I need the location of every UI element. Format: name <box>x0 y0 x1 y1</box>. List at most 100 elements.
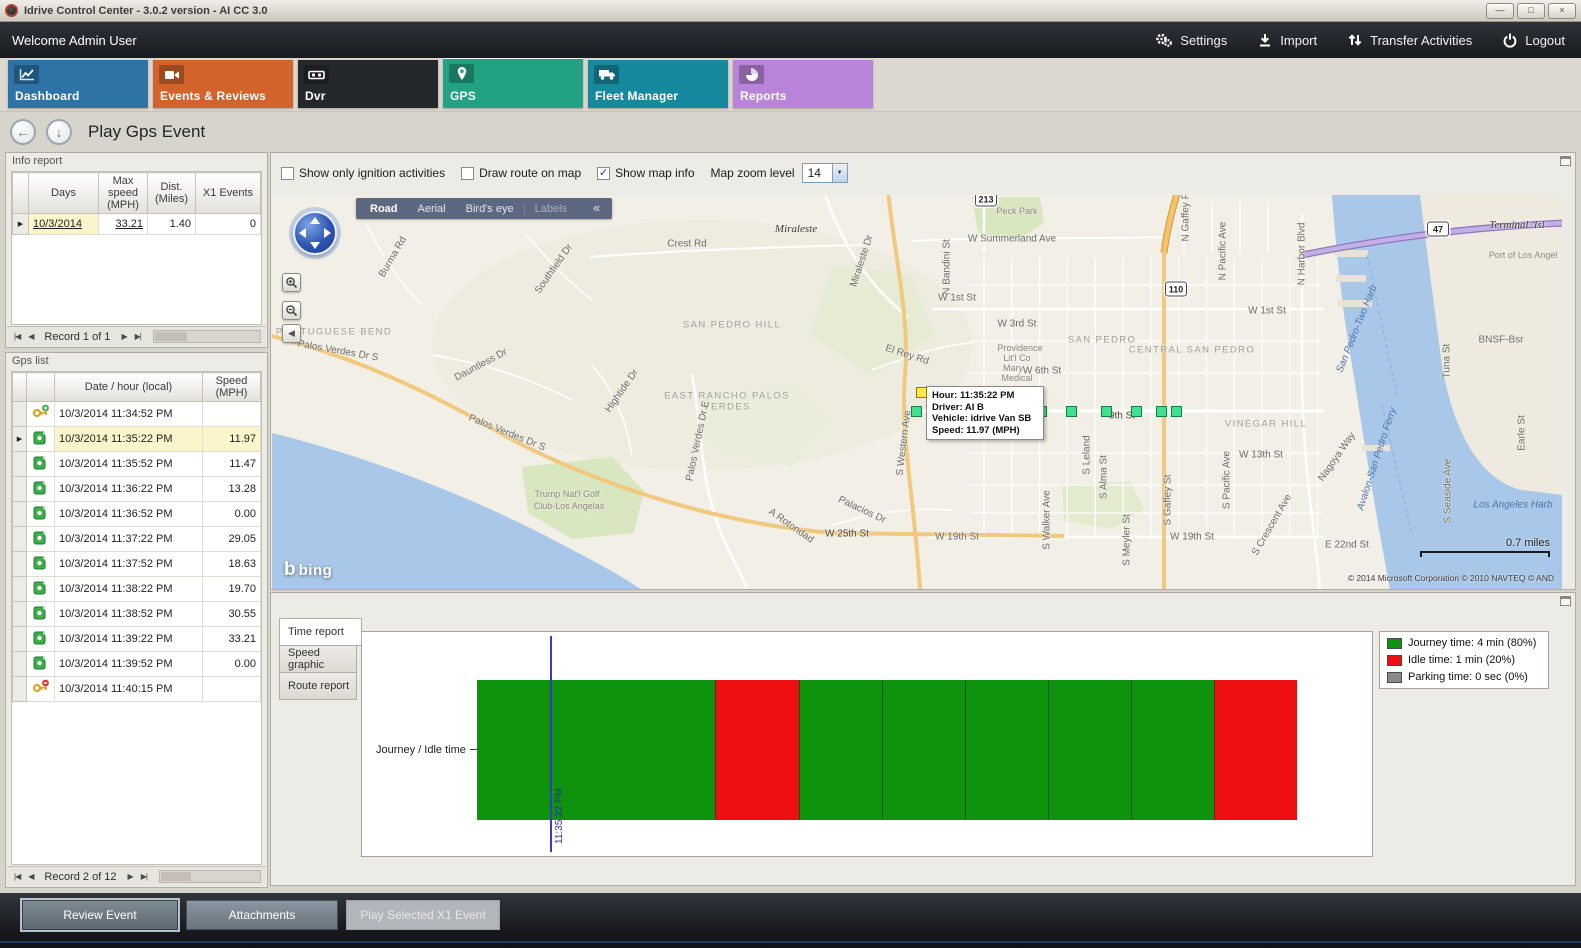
map-label: W 13th St <box>1239 450 1283 461</box>
route-marker[interactable] <box>1101 406 1112 417</box>
max-speed-link[interactable]: 33.21 <box>115 218 143 230</box>
pager-scrollbar[interactable] <box>159 870 261 883</box>
first-page-button[interactable]: |◀ <box>12 872 22 881</box>
checkbox[interactable]: ✓ <box>597 167 610 180</box>
back-button[interactable]: ← <box>10 119 36 145</box>
nav-tab-dashboard[interactable]: Dashboard <box>8 60 148 108</box>
checkbox[interactable] <box>461 167 474 180</box>
gps-list-row[interactable]: 10/3/2014 11:37:22 PM29.05 <box>13 527 261 552</box>
col-icon <box>27 373 55 402</box>
zoom-out-button[interactable] <box>282 301 301 320</box>
nav-tab-fleet-manager[interactable]: Fleet Manager <box>588 60 728 108</box>
review-event-button[interactable]: Review Event <box>22 900 178 930</box>
chart-tab-route-report[interactable]: Route report <box>279 672 357 700</box>
route-marker[interactable] <box>1066 406 1077 417</box>
nav-tab-reports[interactable]: Reports <box>733 60 873 108</box>
gps-list-row[interactable]: 10/3/2014 11:39:52 PM0.00 <box>13 652 261 677</box>
legend-item: Parking time: 0 sec (0%) <box>1387 671 1541 683</box>
col-max-speed[interactable]: Max speed (MPH) <box>99 173 148 214</box>
map-type-bird-s-eye[interactable]: Bird's eye <box>456 203 524 215</box>
tooltip-line: Vehicle: idrive Van SB <box>932 413 1038 425</box>
attachments-button[interactable]: Attachments <box>186 900 338 930</box>
first-page-button[interactable]: |◀ <box>12 332 22 341</box>
zoom-in-button[interactable] <box>282 273 301 292</box>
map-option-show-map-info[interactable]: ✓Show map info <box>597 166 694 180</box>
window-controls: — □ × <box>1486 3 1576 19</box>
gps-list-row[interactable]: 10/3/2014 11:36:52 PM0.00 <box>13 502 261 527</box>
legend-label: Parking time: 0 sec (0%) <box>1408 671 1528 683</box>
import-button[interactable]: Import <box>1257 32 1317 48</box>
col-dist[interactable]: Dist. (Miles) <box>148 173 196 214</box>
collapse-panel-button[interactable]: ◀ <box>282 324 301 343</box>
titlebar: Idrive Control Center - 3.0.2 version - … <box>0 0 1581 22</box>
map-option-show-only-ignition-activities[interactable]: Show only ignition activities <box>281 166 445 180</box>
nav-tab-events-reviews[interactable]: Events & Reviews <box>153 60 293 108</box>
route-marker[interactable] <box>1131 406 1142 417</box>
maximize-button[interactable]: □ <box>1517 3 1545 19</box>
info-report-table: Days Max speed (MPH) Dist. (Miles) X1 Ev… <box>12 172 261 235</box>
chart-panel-maximize-button[interactable] <box>1560 596 1571 606</box>
gps-list-row[interactable]: ▶10/3/2014 11:35:22 PM11.97 <box>13 427 261 452</box>
route-marker[interactable] <box>911 406 922 417</box>
gps-list-row[interactable]: 10/3/2014 11:37:52 PM18.63 <box>13 552 261 577</box>
route-start-marker[interactable] <box>916 387 927 398</box>
gps-list-row[interactable]: 10/3/2014 11:40:15 PM <box>13 677 261 702</box>
map-canvas[interactable]: RoadAerialBird's eyeLabels« ◀ Hour: 11:3… <box>272 195 1562 589</box>
map-type-labels[interactable]: Labels <box>524 203 577 215</box>
magnifier-plus-icon <box>285 276 298 289</box>
topbar: Welcome Admin User SettingsImportTransfe… <box>0 22 1581 58</box>
map-type-road[interactable]: Road <box>360 203 408 215</box>
map-type-aerial[interactable]: Aerial <box>408 203 456 215</box>
prev-page-button[interactable]: ◀ <box>26 872 35 881</box>
pager-scrollbar[interactable] <box>153 330 261 343</box>
dvr-icon <box>304 65 329 84</box>
row-indicator-icon: ▶ <box>13 214 29 235</box>
col-days[interactable]: Days <box>29 173 99 214</box>
logout-button[interactable]: Logout <box>1502 32 1565 48</box>
bar-gridline <box>715 680 716 820</box>
next-page-button[interactable]: ▶ <box>119 332 128 341</box>
gps-list-row[interactable]: 10/3/2014 11:34:52 PM <box>13 402 261 427</box>
map-menu-collapse-icon[interactable]: « <box>577 200 608 217</box>
gps-list-row[interactable]: 10/3/2014 11:38:52 PM30.55 <box>13 602 261 627</box>
days-link[interactable]: 10/3/2014 <box>33 218 82 230</box>
map-label: Port of Los Angel <box>1489 250 1558 260</box>
map-option-draw-route-on-map[interactable]: Draw route on map <box>461 166 581 180</box>
col-date-hour[interactable]: Date / hour (local) <box>55 373 203 402</box>
route-marker[interactable] <box>1156 406 1167 417</box>
map-zoom-select[interactable]: 14 ▼ <box>802 163 848 183</box>
next-page-button[interactable]: ▶ <box>126 872 135 881</box>
map-panel-maximize-button[interactable] <box>1560 156 1571 166</box>
nav-tab-gps[interactable]: GPS <box>443 57 583 108</box>
gps-point-icon <box>27 627 55 652</box>
gps-list-row[interactable]: 10/3/2014 11:36:22 PM13.28 <box>13 477 261 502</box>
gps-date-value: 10/3/2014 11:35:22 PM <box>55 427 203 452</box>
chart-tab-speed-graphic[interactable]: Speed graphic <box>279 645 357 673</box>
time-cursor[interactable] <box>550 636 552 852</box>
route-marker[interactable] <box>1171 406 1182 417</box>
chart-tab-time-report[interactable]: Time report <box>279 618 362 646</box>
gps-point-icon <box>27 652 55 677</box>
col-speed[interactable]: Speed (MPH) <box>203 373 261 402</box>
settings-button[interactable]: Settings <box>1155 32 1227 48</box>
highway-shield: 110 <box>1165 282 1187 297</box>
checkbox[interactable] <box>281 167 294 180</box>
col-x1-events[interactable]: X1 Events <box>196 173 261 214</box>
checkbox-label: Show only ignition activities <box>299 166 445 180</box>
minimize-button[interactable]: — <box>1486 3 1514 19</box>
gps-list-row[interactable]: 10/3/2014 11:38:22 PM19.70 <box>13 577 261 602</box>
gps-list-title: Gps list <box>12 355 49 367</box>
last-page-button[interactable]: ▶| <box>139 872 149 881</box>
map-label: Trump Nat'l Golf <box>535 489 600 499</box>
last-page-button[interactable]: ▶| <box>133 332 143 341</box>
gps-list-row[interactable]: 10/3/2014 11:39:22 PM33.21 <box>13 627 261 652</box>
prev-page-button[interactable]: ◀ <box>26 332 35 341</box>
close-button[interactable]: × <box>1548 3 1576 19</box>
nav-tab-dvr[interactable]: Dvr <box>298 60 438 108</box>
transfer-activities-button[interactable]: Transfer Activities <box>1347 32 1472 48</box>
gps-list-row[interactable]: 10/3/2014 11:35:52 PM11.47 <box>13 452 261 477</box>
down-button[interactable]: ↓ <box>46 119 72 145</box>
info-report-row[interactable]: ▶ 10/3/2014 33.21 1.40 0 <box>13 214 261 235</box>
map-compass-control[interactable] <box>293 211 337 255</box>
gps-table-body: 10/3/2014 11:34:52 PM▶10/3/2014 11:35:22… <box>13 402 261 702</box>
